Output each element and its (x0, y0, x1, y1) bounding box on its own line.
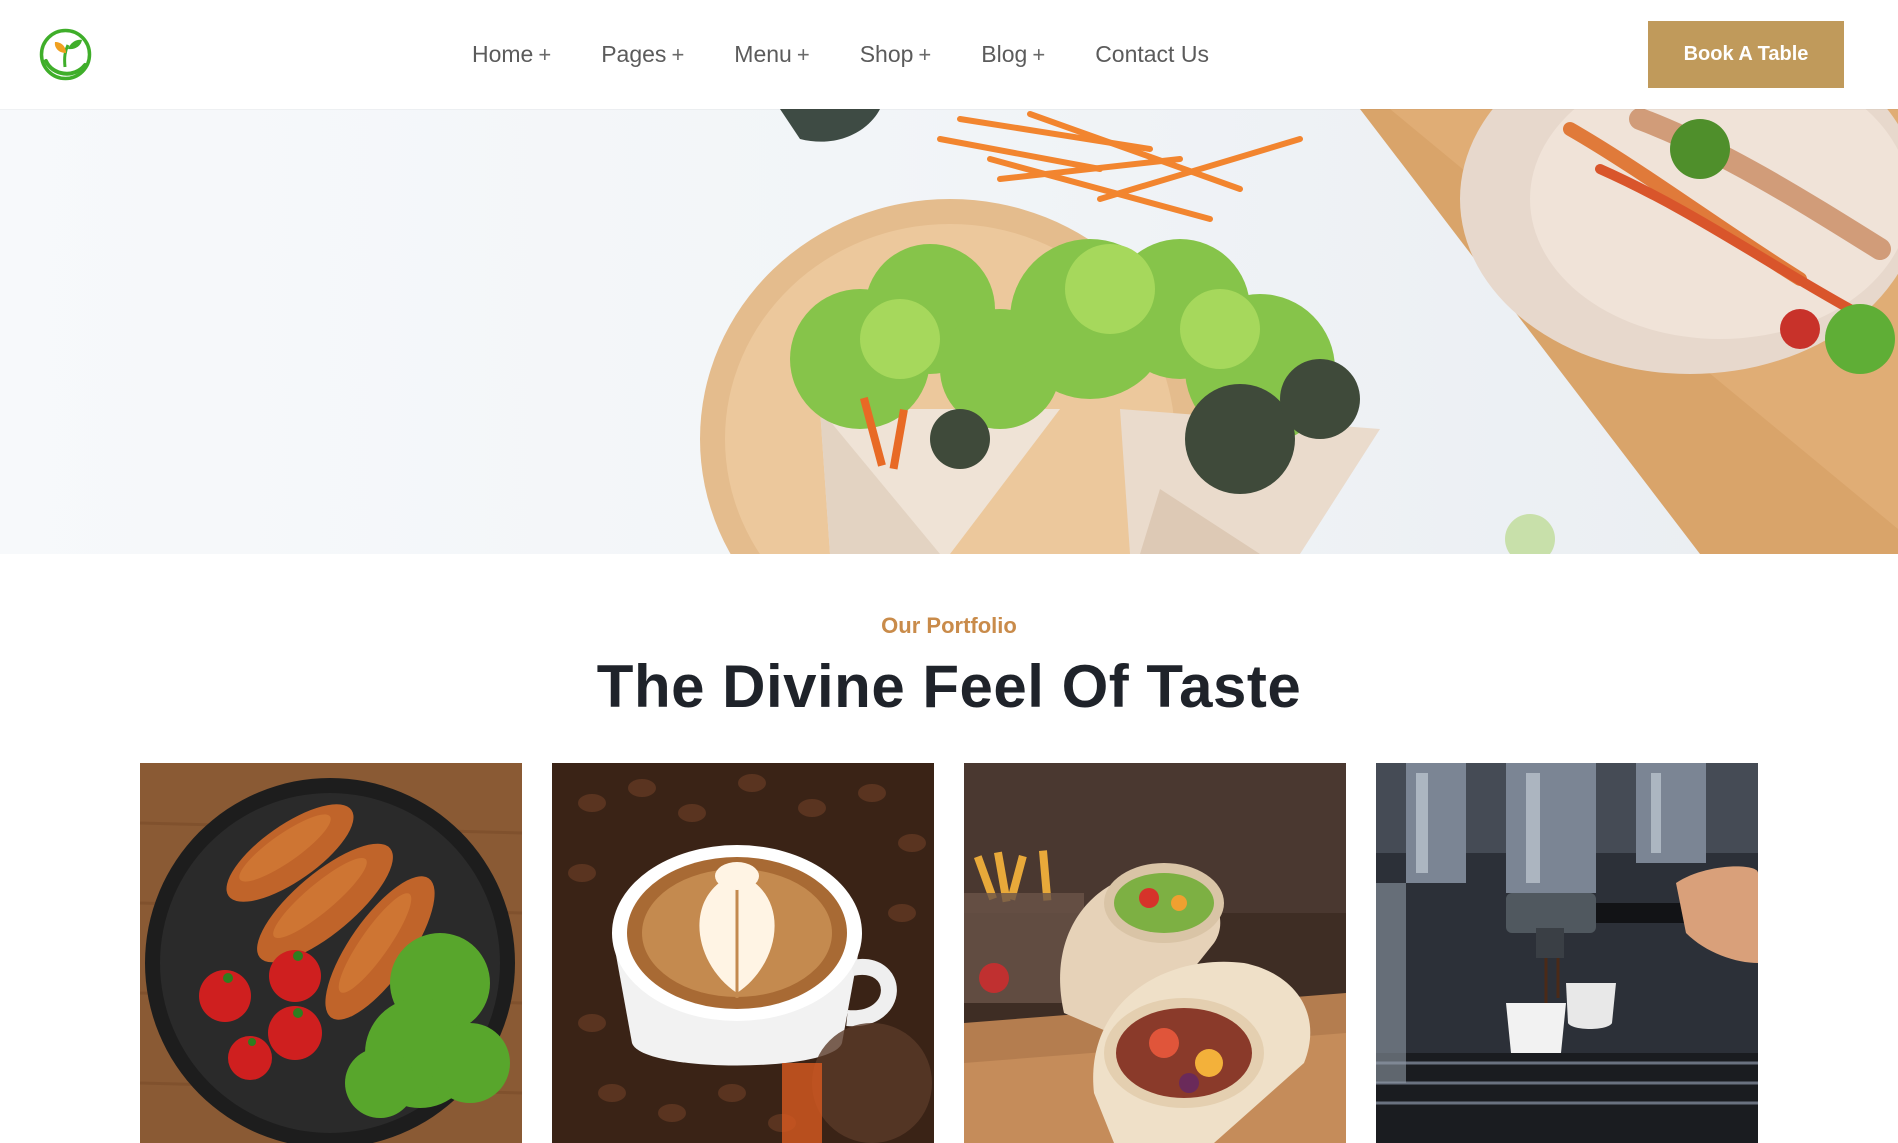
salad-wraps-on-wooden-board-photo (700, 109, 1898, 554)
nav-item-label: Contact Us (1095, 41, 1209, 67)
plus-icon: + (538, 41, 552, 67)
fried-chicken-with-tomatoes-photo (140, 763, 522, 1143)
portfolio-item[interactable] (140, 763, 522, 1143)
hero-banner (0, 109, 1898, 554)
portfolio-item[interactable] (964, 763, 1346, 1143)
nav-item-label: Home (472, 41, 534, 67)
nav-item-home[interactable]: Home + (472, 41, 551, 68)
nav-item-label: Menu (734, 41, 792, 67)
leaf-sprout-icon[interactable] (38, 27, 93, 82)
nav-item-pages[interactable]: Pages + (601, 41, 684, 68)
site-header: Home + Pages + Menu + Shop + Blog + Cont… (0, 0, 1898, 109)
section-eyebrow: Our Portfolio (881, 613, 1017, 638)
main-nav: Home + Pages + Menu + Shop + Blog + Cont… (472, 0, 1259, 109)
plus-icon: + (1032, 41, 1046, 67)
portfolio-grid (140, 763, 1760, 1143)
nav-item-contact-us[interactable]: Contact Us (1095, 41, 1209, 68)
nav-item-label: Pages (601, 41, 667, 67)
burrito-wrap-photo (964, 763, 1346, 1143)
plus-icon: + (671, 41, 685, 67)
section-title: The Divine Feel Of Taste (596, 653, 1302, 720)
book-a-table-button[interactable]: Book A Table (1648, 21, 1844, 88)
nav-item-label: Blog (981, 41, 1028, 67)
plus-icon: + (918, 41, 932, 67)
portfolio-item[interactable] (552, 763, 934, 1143)
nav-item-blog[interactable]: Blog + (981, 41, 1045, 68)
portfolio-item[interactable] (1376, 763, 1758, 1143)
nav-item-menu[interactable]: Menu + (734, 41, 809, 68)
plus-icon: + (796, 41, 810, 67)
latte-art-coffee-photo (552, 763, 934, 1143)
nav-item-label: Shop (859, 41, 914, 67)
nav-item-shop[interactable]: Shop + (860, 41, 932, 68)
espresso-machine-photo (1376, 763, 1758, 1143)
